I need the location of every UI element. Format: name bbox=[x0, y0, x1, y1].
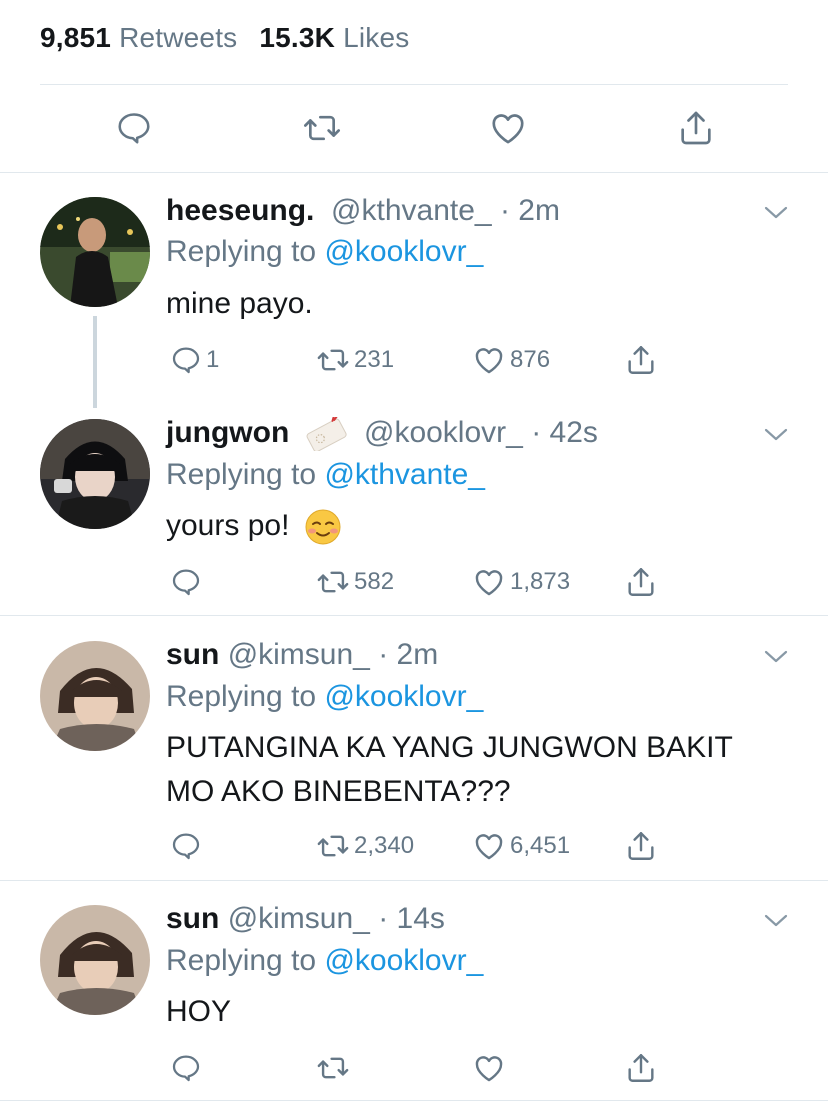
author-name[interactable]: sun bbox=[166, 638, 219, 671]
share-icon bbox=[628, 346, 654, 374]
stats-divider bbox=[40, 84, 788, 85]
avatar[interactable] bbox=[40, 419, 150, 529]
author-name[interactable]: heeseung. bbox=[166, 194, 314, 227]
timestamp[interactable]: · 2m bbox=[500, 194, 560, 227]
retweets-label[interactable]: Retweets bbox=[119, 22, 237, 53]
author-handle[interactable]: @kooklovr_ bbox=[364, 416, 523, 449]
retweet-button[interactable] bbox=[316, 1048, 354, 1088]
tweet-text-row: yours po! bbox=[166, 504, 786, 548]
reply-button[interactable] bbox=[170, 1048, 206, 1088]
like-button[interactable] bbox=[472, 1048, 510, 1088]
share-button[interactable] bbox=[624, 340, 658, 380]
reply-icon[interactable] bbox=[112, 106, 156, 150]
like-icon bbox=[475, 348, 503, 374]
timestamp[interactable]: · 42s bbox=[531, 416, 598, 449]
chevron-down-icon[interactable] bbox=[762, 424, 790, 444]
retweet-icon[interactable] bbox=[300, 106, 344, 150]
timestamp[interactable]: · 2m bbox=[378, 638, 438, 671]
retweet-count: 582 bbox=[354, 568, 395, 595]
like-icon bbox=[475, 1056, 503, 1082]
like-button[interactable]: 876 bbox=[472, 340, 550, 380]
like-icon bbox=[475, 834, 503, 860]
retweet-icon bbox=[317, 835, 349, 857]
retweet-icon bbox=[317, 1057, 349, 1079]
avatar[interactable] bbox=[40, 197, 150, 307]
like-count: 6,451 bbox=[510, 832, 571, 859]
chevron-down-icon[interactable] bbox=[762, 646, 790, 666]
retweet-button[interactable]: 2,340 bbox=[316, 826, 414, 866]
replying-label: Replying to bbox=[166, 944, 317, 977]
reply-icon bbox=[172, 347, 200, 374]
replying-to-link[interactable]: @kooklovr_ bbox=[324, 680, 483, 713]
replying-label: Replying to bbox=[166, 235, 317, 268]
like-icon bbox=[475, 570, 503, 596]
reply-button[interactable]: 1 bbox=[170, 340, 219, 380]
reply-divider bbox=[0, 880, 828, 881]
reply-button[interactable] bbox=[170, 562, 206, 602]
ticket-emoji-icon bbox=[306, 417, 347, 452]
chevron-down-icon[interactable] bbox=[762, 910, 790, 930]
author-name[interactable]: sun bbox=[166, 902, 219, 935]
retweet-count: 2,340 bbox=[354, 832, 415, 859]
author-handle[interactable]: @kimsun_ bbox=[228, 902, 370, 935]
engagement-stats: 9,851 Retweets 15.3K Likes bbox=[40, 22, 409, 54]
replying-to-link[interactable]: @kooklovr_ bbox=[324, 235, 483, 268]
chevron-down-icon[interactable] bbox=[762, 202, 790, 222]
share-icon bbox=[628, 1054, 654, 1082]
replying-label: Replying to bbox=[166, 458, 317, 491]
reply-count: 1 bbox=[206, 346, 220, 373]
reply-button[interactable] bbox=[170, 826, 206, 866]
retweet-button[interactable]: 231 bbox=[316, 340, 394, 380]
share-button[interactable] bbox=[624, 1048, 658, 1088]
like-count: 876 bbox=[510, 346, 551, 373]
share-button[interactable] bbox=[624, 562, 658, 602]
timestamp[interactable]: · 14s bbox=[378, 902, 445, 935]
replying-to-link[interactable]: @kthvante_ bbox=[324, 458, 485, 491]
avatar[interactable] bbox=[40, 905, 150, 1015]
likes-label[interactable]: Likes bbox=[343, 22, 409, 53]
tweet-text: mine payo. bbox=[166, 287, 313, 320]
tweet-text: yours po! bbox=[166, 509, 290, 542]
like-icon[interactable] bbox=[486, 106, 530, 150]
like-button[interactable]: 1,873 bbox=[472, 562, 570, 602]
replying-label: Replying to bbox=[166, 680, 317, 713]
retweet-icon bbox=[317, 571, 349, 593]
reply-icon bbox=[172, 1055, 200, 1082]
share-button[interactable] bbox=[624, 826, 658, 866]
reply-icon bbox=[172, 833, 200, 860]
tweet-text: HOY bbox=[166, 995, 232, 1028]
share-icon bbox=[628, 568, 654, 596]
author-handle[interactable]: @kthvante_ bbox=[331, 194, 492, 227]
like-button[interactable]: 6,451 bbox=[472, 826, 570, 866]
retweet-count: 231 bbox=[354, 346, 395, 373]
avatar[interactable] bbox=[40, 641, 150, 751]
smiling-face-emoji-icon bbox=[305, 509, 341, 545]
share-icon[interactable] bbox=[674, 106, 718, 150]
author-handle[interactable]: @kimsun_ bbox=[228, 638, 370, 671]
likes-count[interactable]: 15.3K bbox=[259, 22, 335, 53]
reply-icon bbox=[172, 569, 200, 596]
main-tweet-actions bbox=[0, 106, 828, 150]
retweet-icon bbox=[317, 349, 349, 371]
tweet-text: PUTANGINA KA YANG JUNGWON BAKIT MO AKO B… bbox=[166, 731, 733, 808]
retweet-button[interactable]: 582 bbox=[316, 562, 394, 602]
author-name[interactable]: jungwon bbox=[166, 416, 289, 449]
retweets-count[interactable]: 9,851 bbox=[40, 22, 111, 53]
reply-divider bbox=[0, 1100, 828, 1101]
actions-divider bbox=[0, 172, 828, 173]
share-icon bbox=[628, 832, 654, 860]
thread-connector bbox=[93, 316, 97, 408]
replying-to-link[interactable]: @kooklovr_ bbox=[324, 944, 483, 977]
reply-divider bbox=[0, 615, 828, 616]
like-count: 1,873 bbox=[510, 568, 571, 595]
